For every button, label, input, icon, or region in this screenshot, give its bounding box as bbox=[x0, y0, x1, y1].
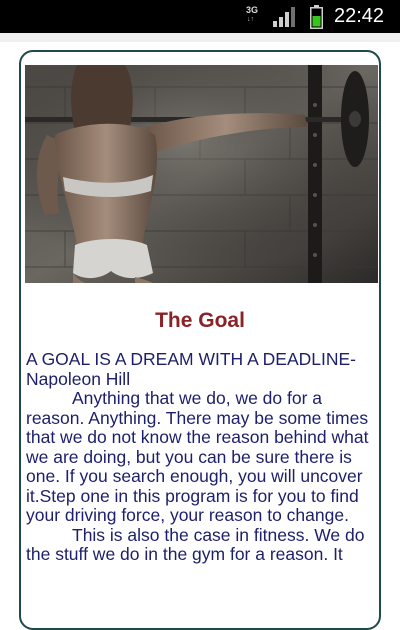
network-type-label: 3G bbox=[246, 5, 259, 15]
top-band bbox=[0, 33, 400, 42]
battery-icon bbox=[310, 5, 323, 29]
article-body: A GOAL IS A DREAM WITH A DEADLINE-Napole… bbox=[26, 349, 376, 565]
article-card[interactable]: The Goal A GOAL IS A DREAM WITH A DEADLI… bbox=[19, 50, 381, 630]
article-quote: A GOAL IS A DREAM WITH A DEADLINE-Napole… bbox=[26, 349, 356, 389]
article-title: The Goal bbox=[155, 309, 245, 332]
fitness-photo bbox=[25, 65, 378, 283]
article-paragraph: Anything that we do, we do for a reason.… bbox=[26, 388, 369, 525]
network-3g-icon: 3G ↓↑ bbox=[246, 5, 264, 27]
article-paragraph: This is also the case in fitness. We do … bbox=[26, 524, 365, 564]
hero-image bbox=[25, 65, 378, 283]
network-activity-arrows: ↓↑ bbox=[247, 16, 254, 23]
status-bar: 3G ↓↑ 22:42 bbox=[0, 0, 400, 33]
clock-time: 22:42 bbox=[334, 5, 385, 27]
signal-strength-icon bbox=[273, 7, 295, 27]
